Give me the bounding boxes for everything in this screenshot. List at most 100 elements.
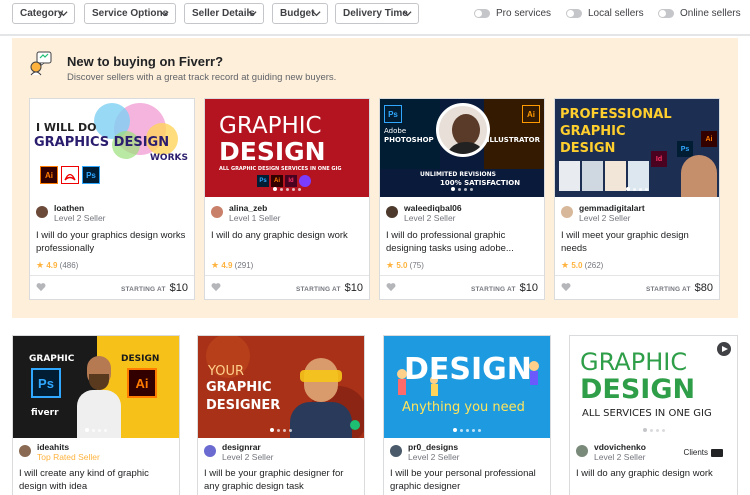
client-logo-icon bbox=[711, 448, 723, 457]
gig-title[interactable]: I will do any graphic design work bbox=[211, 230, 361, 243]
seller-name[interactable]: alina_zeb bbox=[229, 203, 281, 213]
seller-info[interactable]: waleediqbal06 Level 2 Seller bbox=[386, 203, 462, 224]
seller-details-filter-label: Seller Details bbox=[192, 8, 255, 19]
starting-price[interactable]: STARTING AT $10 bbox=[471, 282, 538, 294]
seller-name[interactable]: loathen bbox=[54, 203, 106, 213]
gig-thumbnail[interactable]: DESIGN Anything you need bbox=[384, 336, 550, 438]
review-count: (75) bbox=[409, 261, 424, 270]
gig-thumbnail[interactable]: Ps Ai Adobe PHOTOSHOP ILLUSTRATOR UNLIMI… bbox=[380, 99, 544, 197]
software-badges: Ai Ps bbox=[40, 166, 100, 184]
toggle-switch[interactable] bbox=[658, 9, 674, 18]
avatar[interactable] bbox=[390, 445, 402, 457]
thumb-line1: DESIGN bbox=[404, 352, 532, 387]
seller-name[interactable]: designrar bbox=[222, 442, 274, 452]
gig-card[interactable]: GRAPHIC DESIGN ALL GRAPHIC DESIGN SERVIC… bbox=[204, 98, 370, 300]
carousel-dots[interactable] bbox=[198, 428, 364, 432]
seller-level: Level 2 Seller bbox=[579, 213, 631, 223]
clients-badge[interactable]: Clients bbox=[684, 448, 723, 457]
gig-thumbnail[interactable]: GRAPHIC DESIGN ALL GRAPHIC DESIGN SERVIC… bbox=[205, 99, 369, 197]
heart-icon[interactable] bbox=[561, 282, 571, 292]
photoshop-badge: Ps bbox=[257, 175, 269, 187]
play-video-icon[interactable] bbox=[717, 342, 731, 356]
seller-name[interactable]: ideahits bbox=[37, 442, 100, 452]
starting-price[interactable]: STARTING AT $80 bbox=[646, 282, 713, 294]
service-options-filter-button[interactable]: Service Options bbox=[84, 3, 176, 24]
gig-title[interactable]: I will meet your graphic design needs bbox=[561, 230, 711, 255]
seller-name[interactable]: gemmadigitalart bbox=[579, 203, 645, 213]
toggle-switch[interactable] bbox=[566, 9, 582, 18]
heart-icon[interactable] bbox=[211, 282, 221, 292]
gig-title[interactable]: I will do any graphic design work bbox=[576, 468, 729, 481]
gig-thumbnail[interactable]: GRAPHIC DESIGN ALL SERVICES IN ONE GIG bbox=[570, 336, 737, 438]
starting-at-label: STARTING AT bbox=[120, 286, 166, 293]
seller-info[interactable]: designrar Level 2 Seller bbox=[204, 442, 274, 463]
gig-title[interactable]: I will be your graphic designer for any … bbox=[204, 468, 356, 493]
service-options-filter-label: Service Options bbox=[92, 8, 169, 19]
gig-card[interactable]: PROFESSIONAL GRAPHIC DESIGN Id Ps Ai gem… bbox=[554, 98, 720, 300]
rating-value: 4.9 bbox=[221, 261, 233, 270]
software-badges: Ps Ai Id bbox=[257, 175, 311, 187]
local-sellers-toggle[interactable]: Local sellers bbox=[566, 8, 644, 19]
avatar[interactable] bbox=[204, 445, 216, 457]
new-buyer-guide-icon bbox=[30, 51, 52, 76]
avatar[interactable] bbox=[561, 206, 573, 218]
delivery-time-filter-label: Delivery Time bbox=[343, 8, 408, 19]
avatar[interactable] bbox=[36, 206, 48, 218]
seller-name[interactable]: pr0_designs bbox=[408, 442, 460, 452]
carousel-dots[interactable] bbox=[555, 187, 719, 191]
gig-card[interactable]: DESIGN Anything you need pr0_designs Lev… bbox=[383, 335, 551, 495]
gig-title[interactable]: I will do professional graphic designing… bbox=[386, 230, 536, 255]
delivery-time-filter-button[interactable]: Delivery Time bbox=[335, 3, 419, 24]
gig-card[interactable]: Ps Ai Adobe PHOTOSHOP ILLUSTRATOR UNLIMI… bbox=[379, 98, 545, 300]
avatar[interactable] bbox=[211, 206, 223, 218]
photoshop-badge: Ps bbox=[677, 141, 693, 157]
carousel-dots[interactable] bbox=[570, 428, 737, 432]
seller-name[interactable]: vdovichenko bbox=[594, 442, 646, 452]
avatar[interactable] bbox=[386, 206, 398, 218]
seller-info[interactable]: pr0_designs Level 2 Seller bbox=[390, 442, 460, 463]
illustrator-badge: Ai bbox=[701, 131, 717, 147]
heart-icon[interactable] bbox=[36, 282, 46, 292]
gig-thumbnail[interactable]: GRAPHIC DESIGN Ps Ai fiverr bbox=[13, 336, 179, 438]
thumb-line2: PHOTOSHOP bbox=[384, 136, 434, 144]
pro-services-toggle[interactable]: Pro services bbox=[474, 8, 551, 19]
toggle-switch[interactable] bbox=[474, 9, 490, 18]
portfolio-samples bbox=[559, 161, 649, 191]
gig-title[interactable]: I will be your personal professional gra… bbox=[390, 468, 542, 493]
avatar[interactable] bbox=[19, 445, 31, 457]
seller-info[interactable]: ideahits Top Rated Seller bbox=[19, 442, 100, 463]
heart-icon[interactable] bbox=[386, 282, 396, 292]
gig-card[interactable]: GRAPHIC DESIGN ALL SERVICES IN ONE GIG v… bbox=[569, 335, 738, 495]
gig-card[interactable]: GRAPHIC DESIGN Ps Ai fiverr ideahits Top… bbox=[12, 335, 180, 495]
seller-details-filter-button[interactable]: Seller Details bbox=[184, 3, 264, 24]
seller-level: Level 2 Seller bbox=[594, 452, 646, 462]
carousel-dots[interactable] bbox=[205, 187, 369, 191]
gig-thumbnail[interactable]: PROFESSIONAL GRAPHIC DESIGN Id Ps Ai bbox=[555, 99, 719, 197]
online-sellers-toggle[interactable]: Online sellers bbox=[658, 8, 741, 19]
seller-name[interactable]: waleediqbal06 bbox=[404, 203, 462, 213]
seller-info[interactable]: vdovichenko Level 2 Seller bbox=[576, 442, 646, 463]
starting-price[interactable]: STARTING AT $10 bbox=[121, 282, 188, 294]
gig-title[interactable]: I will create any kind of graphic design… bbox=[19, 468, 171, 493]
gig-card[interactable]: I WILL DO GRAPHICS DESIGN WORKS Ai Ps lo… bbox=[29, 98, 195, 300]
gig-thumbnail[interactable]: YOUR GRAPHIC DESIGNER bbox=[198, 336, 364, 438]
seller-info[interactable]: alina_zeb Level 1 Seller bbox=[211, 203, 281, 224]
price-value: $10 bbox=[519, 282, 538, 294]
carousel-dots[interactable] bbox=[384, 428, 550, 432]
carousel-dots[interactable] bbox=[13, 428, 179, 432]
category-filter-button[interactable]: Category bbox=[12, 3, 75, 24]
starting-price[interactable]: STARTING AT $10 bbox=[296, 282, 363, 294]
card-footer: STARTING AT $80 bbox=[555, 275, 719, 299]
seller-info[interactable]: loathen Level 2 Seller bbox=[36, 203, 106, 224]
thumb-line1: Adobe bbox=[384, 127, 407, 135]
carousel-dots[interactable] bbox=[30, 187, 194, 191]
gig-title[interactable]: I will do your graphics design works pro… bbox=[36, 230, 186, 255]
gig-thumbnail[interactable]: I WILL DO GRAPHICS DESIGN WORKS Ai Ps bbox=[30, 99, 194, 197]
budget-filter-button[interactable]: Budget bbox=[272, 3, 328, 24]
gig-card[interactable]: YOUR GRAPHIC DESIGNER designrar Level 2 … bbox=[197, 335, 365, 495]
promo-title: New to buying on Fiverr? bbox=[67, 54, 224, 69]
avatar[interactable] bbox=[576, 445, 588, 457]
carousel-dots[interactable] bbox=[380, 187, 544, 191]
card-footer: STARTING AT $10 bbox=[205, 275, 369, 299]
seller-info[interactable]: gemmadigitalart Level 2 Seller bbox=[561, 203, 645, 224]
